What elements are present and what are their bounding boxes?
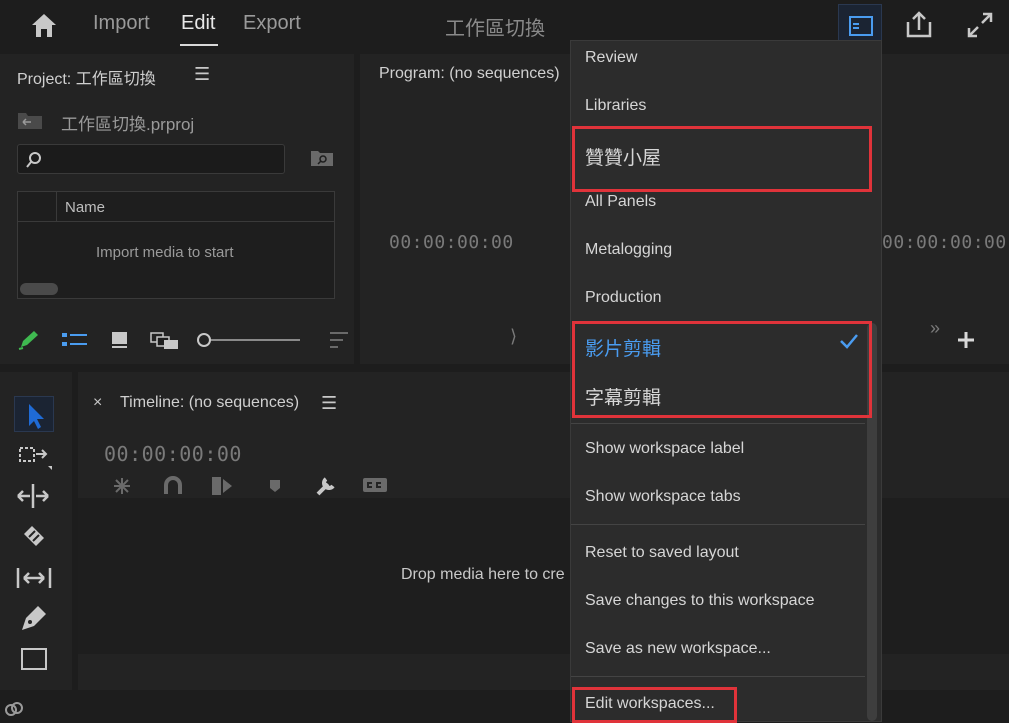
- tools-panel: [0, 372, 72, 690]
- selection-tool-icon[interactable]: [14, 396, 54, 432]
- project-menu-icon[interactable]: ☰: [194, 64, 210, 85]
- menu-item-review[interactable]: Review: [585, 49, 637, 67]
- list-view-icon[interactable]: [61, 331, 89, 349]
- project-list: Name Import media to start: [17, 191, 335, 299]
- pencil-icon[interactable]: [17, 329, 41, 351]
- menu-item-metalogging[interactable]: Metalogging: [585, 241, 672, 259]
- list-scrollbar[interactable]: [20, 283, 58, 295]
- timeline-menu-icon[interactable]: ☰: [321, 393, 337, 414]
- fullscreen-icon[interactable]: [963, 8, 997, 42]
- razor-tool-icon[interactable]: [14, 520, 54, 556]
- more-controls-icon[interactable]: »: [930, 318, 940, 339]
- menu-item-production[interactable]: Production: [585, 289, 662, 307]
- menu-item-all-panels[interactable]: All Panels: [585, 193, 656, 211]
- menu-item-show-workspace-label[interactable]: Show workspace label: [585, 440, 744, 458]
- menu-item-save-changes[interactable]: Save changes to this workspace: [585, 592, 814, 610]
- tab-edit[interactable]: Edit: [181, 12, 215, 35]
- creative-cloud-icon[interactable]: [4, 700, 24, 718]
- project-title: 工作區切換: [445, 16, 545, 40]
- linked-selection-icon[interactable]: [210, 475, 234, 497]
- rectangle-tool-icon[interactable]: [14, 642, 54, 678]
- search-icon: [25, 151, 43, 169]
- ripple-edit-icon[interactable]: [14, 478, 54, 514]
- project-file-name: 工作區切換.prproj: [61, 115, 195, 134]
- track-select-icon[interactable]: [14, 438, 54, 474]
- chevron-icon: ⟩: [510, 326, 518, 346]
- program-title: Program: (no sequences): [379, 65, 560, 82]
- menu-separator: [571, 676, 865, 677]
- timeline-timecode[interactable]: 00:00:00:00: [104, 442, 242, 466]
- share-icon[interactable]: [902, 8, 936, 42]
- menu-item-save-new-workspace[interactable]: Save as new workspace...: [585, 640, 771, 658]
- zoom-slider[interactable]: [196, 331, 300, 349]
- wrench-icon[interactable]: [314, 474, 338, 498]
- insert-sequence-icon[interactable]: [110, 476, 134, 496]
- highlight-box: [572, 321, 872, 418]
- column-name[interactable]: Name: [65, 199, 105, 216]
- menu-item-libraries[interactable]: Libraries: [585, 97, 646, 115]
- highlight-box: [572, 687, 737, 723]
- highlight-box: [572, 126, 872, 192]
- pen-tool-icon[interactable]: [14, 600, 54, 636]
- project-panel: Project: 工作區切換 ☰ 工作區切換.prproj Name Impor…: [0, 54, 354, 364]
- captions-icon[interactable]: [362, 476, 388, 494]
- icon-view-icon[interactable]: [110, 330, 130, 350]
- project-search-input[interactable]: [17, 144, 285, 174]
- import-media-message: Import media to start: [96, 244, 234, 261]
- menu-separator: [571, 423, 865, 424]
- add-marker-icon[interactable]: [268, 478, 282, 494]
- workspace-menu: Review Libraries 贊贊小屋 All Panels Metalog…: [570, 40, 882, 723]
- menu-item-reset-layout[interactable]: Reset to saved layout: [585, 544, 739, 562]
- snap-icon[interactable]: [162, 476, 184, 496]
- timeline-title: Timeline: (no sequences): [120, 394, 300, 411]
- program-timecode-right[interactable]: 00:00:00:00: [882, 232, 1007, 253]
- find-bin-icon[interactable]: [310, 148, 334, 168]
- sort-icon[interactable]: [328, 330, 350, 350]
- menu-item-show-workspace-tabs[interactable]: Show workspace tabs: [585, 488, 741, 506]
- home-icon[interactable]: [28, 10, 60, 40]
- active-tab-indicator: [180, 44, 218, 46]
- project-panel-title: Project: 工作區切換: [17, 71, 156, 88]
- tab-import[interactable]: Import: [93, 12, 150, 35]
- menu-separator: [571, 524, 865, 525]
- list-header: Name: [18, 192, 334, 222]
- add-button-icon[interactable]: [956, 330, 976, 350]
- drop-media-message: Drop media here to cre: [401, 566, 565, 583]
- tab-export[interactable]: Export: [243, 12, 301, 35]
- folder-icon: [17, 110, 43, 130]
- freeform-view-icon[interactable]: [150, 330, 180, 350]
- close-timeline-icon[interactable]: ×: [93, 394, 102, 412]
- program-timecode-left[interactable]: 00:00:00:00: [389, 232, 514, 253]
- slip-tool-icon[interactable]: [14, 560, 54, 596]
